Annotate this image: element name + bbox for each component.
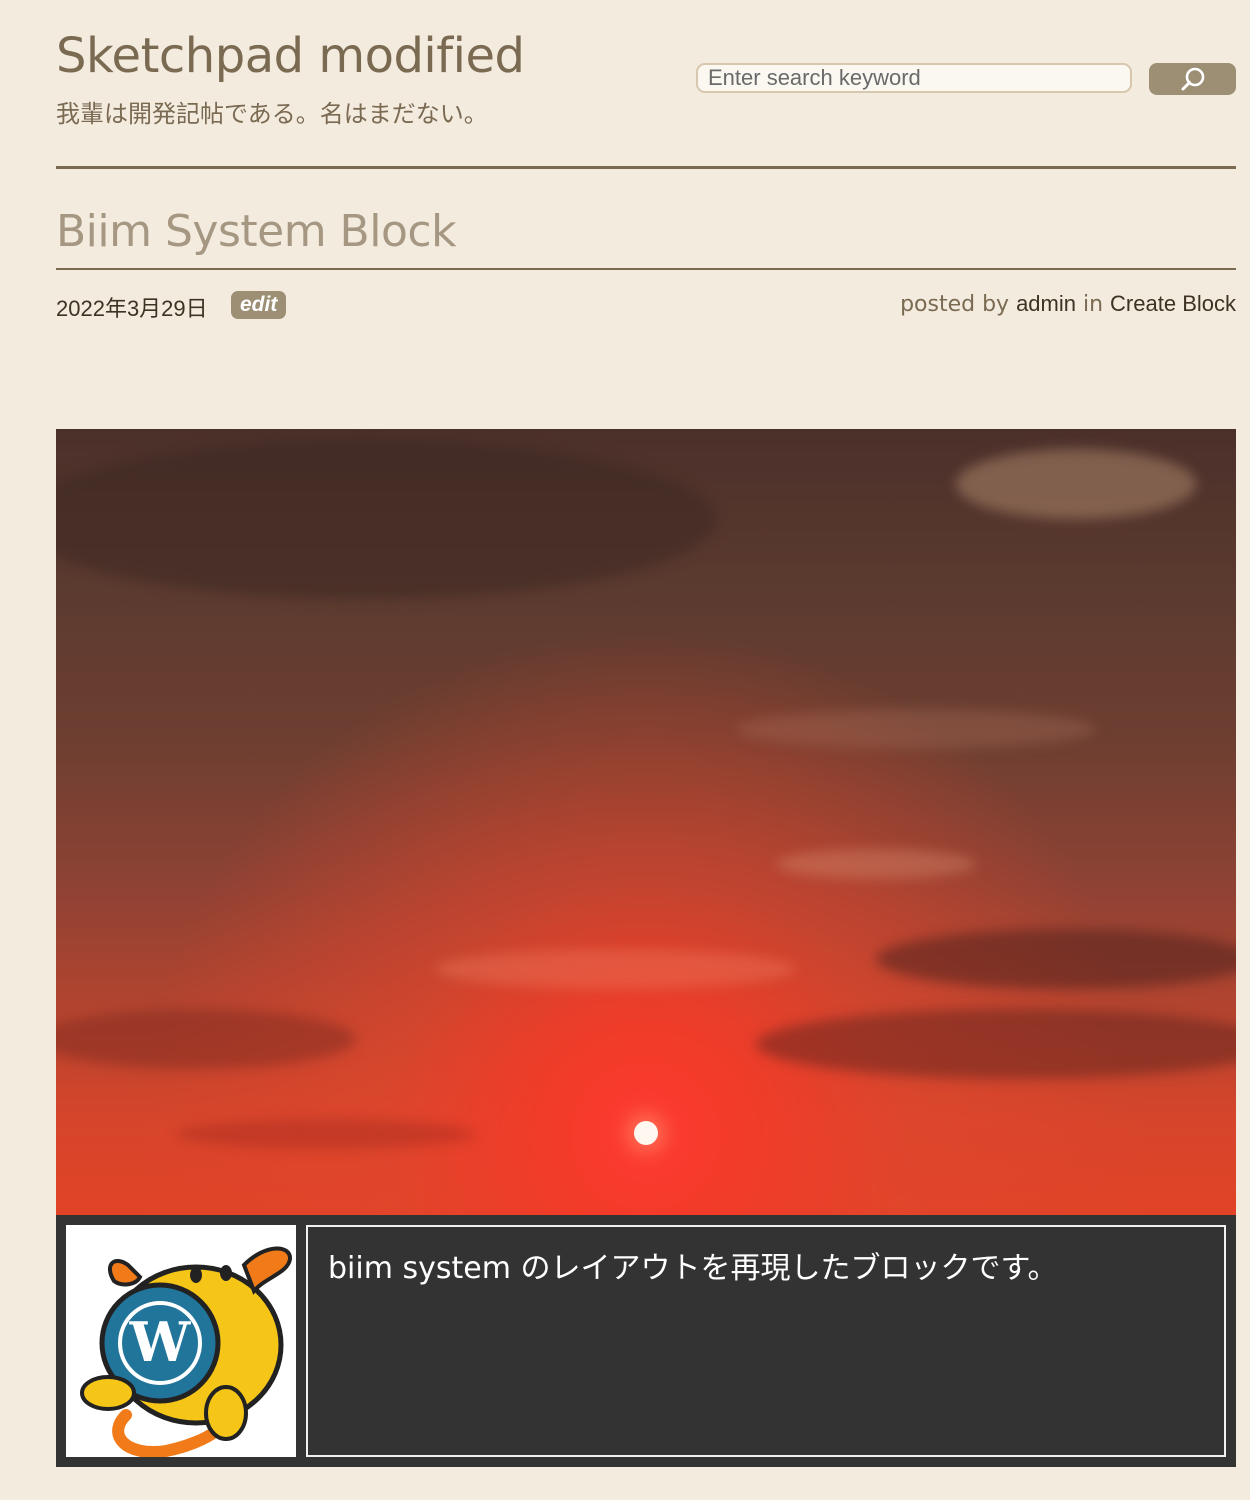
header-divider [56, 166, 1236, 169]
cloud [56, 1009, 356, 1069]
site-title[interactable]: Sketchpad modified [56, 28, 525, 84]
svg-text:W: W [129, 1310, 192, 1374]
in-label: in [1082, 292, 1104, 317]
posted-by-label: posted by [900, 292, 1010, 317]
sun [634, 1121, 658, 1145]
post-date: 2022年3月29日 [56, 296, 208, 321]
cloud [176, 1119, 476, 1149]
cloud [436, 949, 796, 989]
hero-image [56, 429, 1236, 1215]
cloud [876, 929, 1236, 989]
title-divider [56, 268, 1236, 270]
cloud [756, 1009, 1236, 1079]
search-icon [1181, 67, 1204, 91]
author-link[interactable]: admin [1016, 291, 1076, 316]
post-meta: posted by admin in Create Block [900, 291, 1236, 317]
post-title: Biim System Block [56, 206, 457, 257]
biim-system-panel: W biim system のレイアウトを再現したブロックです。 [56, 1215, 1236, 1467]
cloud [736, 709, 1096, 749]
site-tagline: 我輩は開発記帖である。名はまだない。 [56, 100, 488, 128]
edit-button[interactable]: edit [231, 291, 287, 319]
search-button[interactable] [1149, 63, 1236, 95]
block-description: biim system のレイアウトを再現したブロックです。 [306, 1225, 1226, 1457]
cloud [56, 439, 716, 599]
cloud [956, 449, 1196, 519]
cloud [776, 849, 976, 879]
avatar: W [66, 1225, 296, 1458]
search-input[interactable] [696, 63, 1132, 93]
wapuu-icon: W [80, 1246, 292, 1458]
category-link[interactable]: Create Block [1110, 291, 1236, 316]
